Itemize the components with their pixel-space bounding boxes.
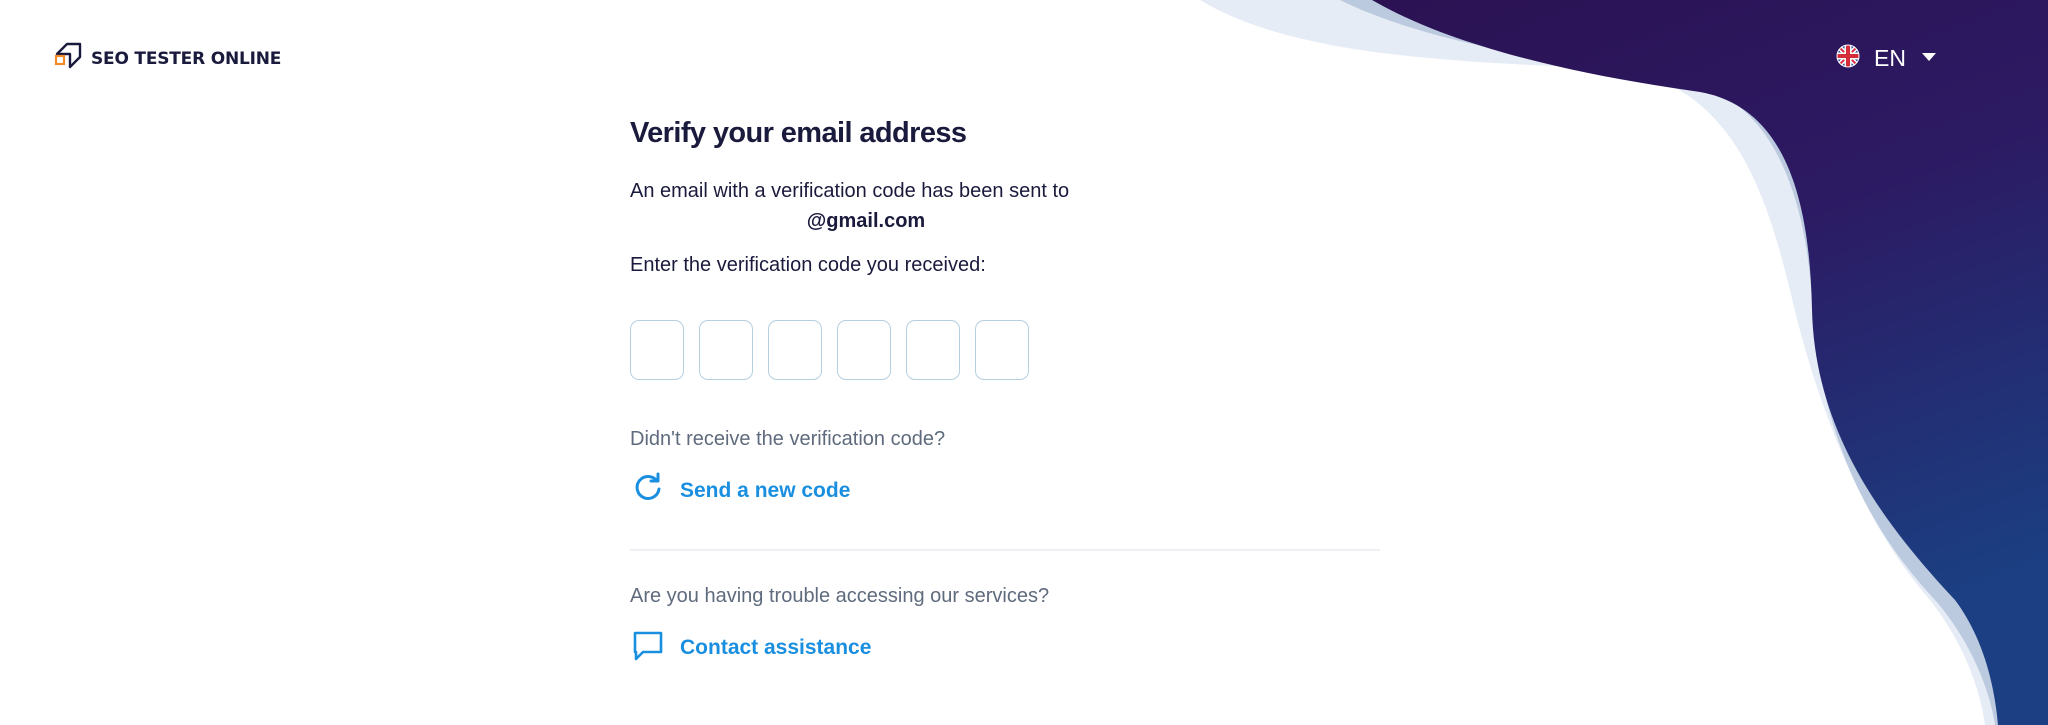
email-address: @gmail.com xyxy=(806,210,926,232)
language-label: EN xyxy=(1874,45,1906,71)
verify-email-page: SEO TESTER ONLINE EN Verify your email a… xyxy=(0,0,2048,725)
code-digit-2[interactable] xyxy=(699,320,753,380)
contact-assistance-button[interactable]: Contact assistance xyxy=(630,627,1380,668)
sent-message-text: An email with a verification code has be… xyxy=(630,180,1070,202)
support-question: Are you having trouble accessing our ser… xyxy=(630,585,1050,607)
verification-form: Verify your email address An email with … xyxy=(630,112,1380,668)
code-digit-3[interactable] xyxy=(768,320,822,380)
uk-flag-icon xyxy=(1836,44,1860,73)
section-divider xyxy=(630,549,1380,551)
enter-code-prompt: Enter the verification code you received… xyxy=(630,254,986,276)
logo-mark-icon xyxy=(53,40,85,77)
page-title: Verify your email address xyxy=(630,117,967,149)
code-digit-5[interactable] xyxy=(906,320,960,380)
caret-down-icon xyxy=(1920,50,1938,68)
verification-code-inputs xyxy=(630,320,1380,380)
logo-text: SEO TESTER ONLINE xyxy=(91,48,282,69)
code-digit-1[interactable] xyxy=(630,320,684,380)
chat-bubble-icon xyxy=(630,627,666,668)
logo[interactable]: SEO TESTER ONLINE xyxy=(53,40,281,77)
sent-message: An email with a verification code has be… xyxy=(630,176,1380,236)
refresh-icon xyxy=(630,470,666,511)
resend-question: Didn't receive the verification code? xyxy=(630,428,946,450)
code-digit-4[interactable] xyxy=(837,320,891,380)
code-digit-6[interactable] xyxy=(975,320,1029,380)
send-new-code-button[interactable]: Send a new code xyxy=(630,470,1380,511)
contact-assistance-label: Contact assistance xyxy=(680,635,872,659)
language-selector[interactable]: EN xyxy=(1836,44,1938,73)
send-new-code-label: Send a new code xyxy=(680,478,851,502)
